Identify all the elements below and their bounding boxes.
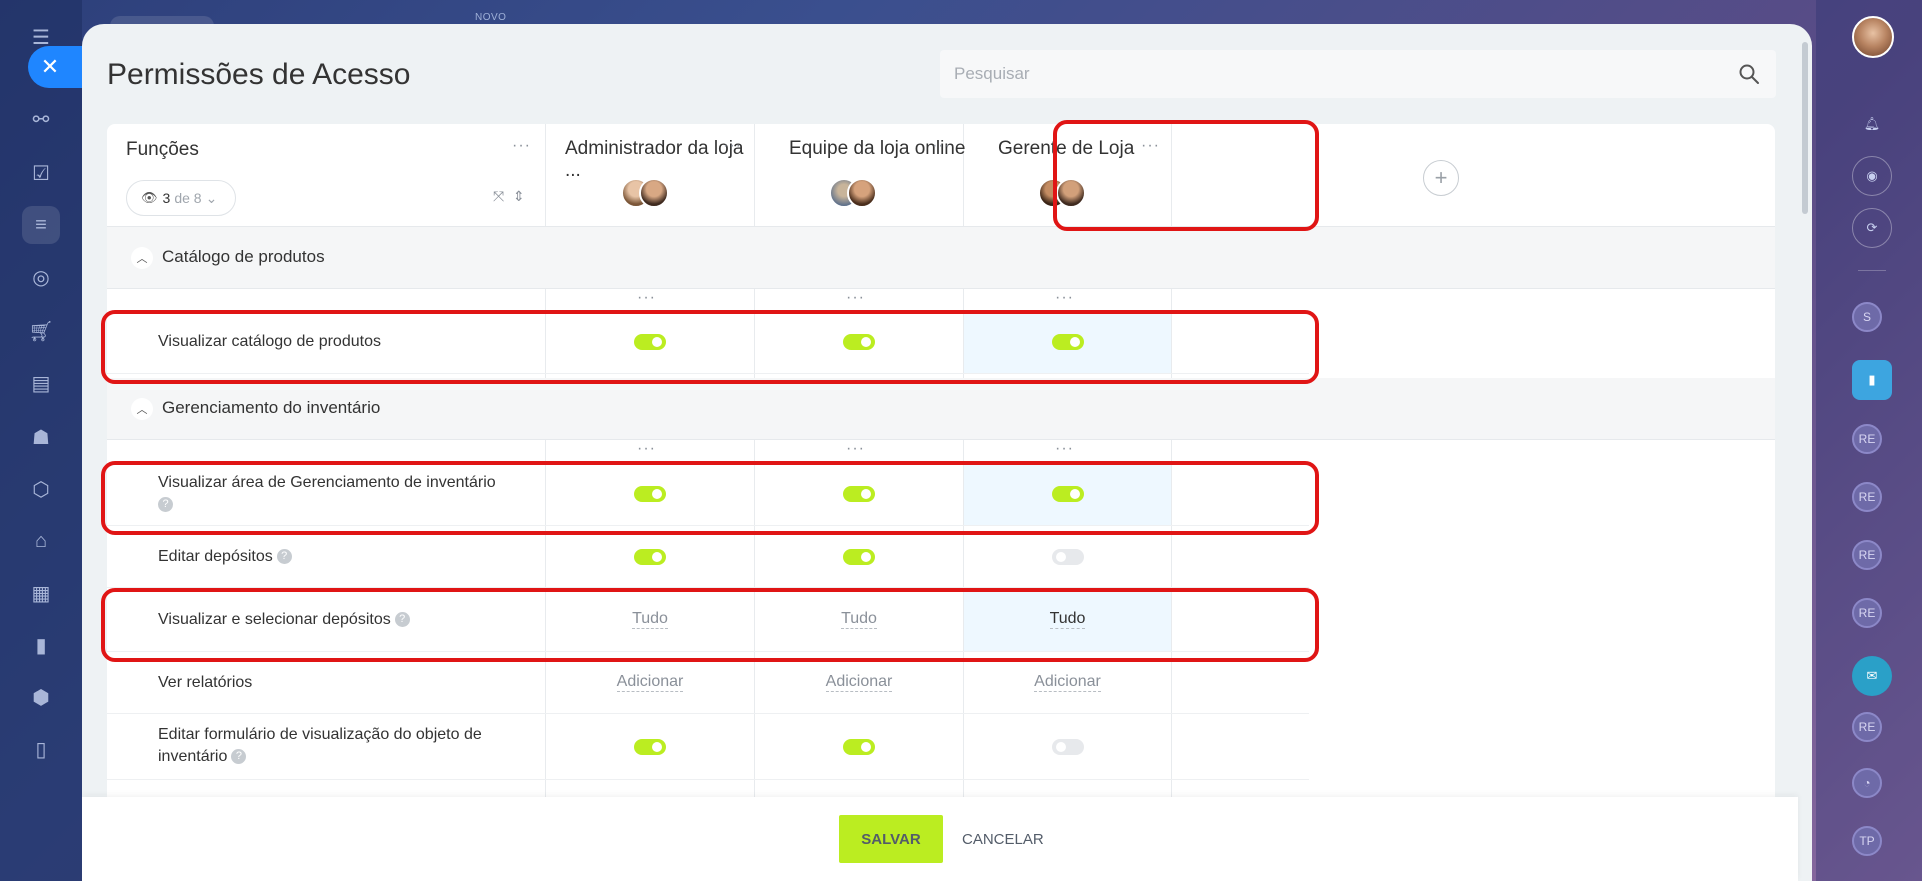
- cell-menu-icon[interactable]: ···: [637, 290, 656, 306]
- highlight-box-column: [1053, 120, 1319, 231]
- permission-toggle[interactable]: [634, 548, 666, 565]
- footer-bar: SALVAR CANCELAR: [82, 797, 1798, 881]
- support-icon[interactable]: ◔: [1852, 768, 1882, 798]
- shield-icon[interactable]: ⬢: [22, 678, 60, 716]
- help-icon[interactable]: ?: [276, 549, 292, 565]
- highlight-box-row: [101, 588, 1319, 662]
- permission-label: Editar depósitos?: [158, 546, 292, 568]
- bell-icon[interactable]: 🔔︎: [1852, 104, 1892, 144]
- permission-row: Editar formulário de visualização do obj…: [107, 714, 1309, 780]
- messenger-icon[interactable]: ✉: [1852, 656, 1892, 696]
- search-box: [940, 50, 1776, 98]
- sort-icon[interactable]: ⇕: [513, 188, 525, 205]
- column-header-admin: Administrador da loja ...: [565, 138, 744, 181]
- cell-menu-icon[interactable]: ···: [637, 441, 656, 457]
- permission-toggle[interactable]: [1051, 548, 1084, 565]
- add-access-link[interactable]: Adicionar: [1034, 673, 1101, 692]
- cell-menu-icon[interactable]: ···: [1055, 290, 1074, 306]
- permissions-panel: Permissões de Acesso Funções ··· 👁︎ 3 de…: [82, 24, 1812, 881]
- filter-icon[interactable]: ≡: [22, 206, 60, 244]
- permission-label: Ver relatórios: [158, 674, 253, 691]
- highlight-box-row: [101, 461, 1319, 535]
- sync-icon[interactable]: ⟳: [1852, 208, 1892, 248]
- table-header: Funções ··· 👁︎ 3 de 8 ⌄ ⤧ ⇕ Administrado…: [107, 124, 1775, 227]
- user-avatar[interactable]: [1852, 16, 1894, 58]
- target-icon[interactable]: ◎: [22, 258, 60, 296]
- chat-avatar-s[interactable]: S: [1852, 302, 1882, 332]
- highlight-box-row: [101, 310, 1319, 384]
- box-icon[interactable]: ⬡: [22, 470, 60, 508]
- network-icon[interactable]: ⚯: [22, 100, 60, 138]
- warehouse-icon[interactable]: ⌂: [22, 522, 60, 560]
- bar-chart-icon[interactable]: ▮: [22, 626, 60, 664]
- scrollbar[interactable]: [1802, 42, 1808, 214]
- section-title: Gerenciamento do inventário: [162, 398, 381, 417]
- robot-icon[interactable]: ☗: [22, 418, 60, 456]
- add-access-link[interactable]: Adicionar: [616, 673, 684, 692]
- filter-of-label: de 8: [174, 190, 202, 206]
- plus-icon: +: [1434, 165, 1448, 190]
- permission-label-text: Editar depósitos: [158, 548, 273, 565]
- column-avatars-admin[interactable]: [621, 178, 677, 212]
- cell-menu-icon[interactable]: ···: [846, 290, 865, 306]
- section-product-catalog[interactable]: ︿ Catálogo de produtos: [107, 227, 1775, 289]
- roles-menu-icon[interactable]: ···: [512, 138, 531, 154]
- chat-avatar-re-2[interactable]: RE: [1852, 482, 1882, 512]
- chevron-down-icon: ⌄: [205, 189, 218, 206]
- cell-menu-icon[interactable]: ···: [1055, 441, 1074, 457]
- page-title: Permissões de Acesso: [107, 58, 411, 91]
- chat-avatar-re-1[interactable]: RE: [1852, 424, 1882, 454]
- task-icon[interactable]: ☑: [22, 154, 60, 192]
- search-icon[interactable]: [1738, 63, 1760, 85]
- collapse-icon[interactable]: ⤧: [493, 188, 504, 205]
- permission-label: Editar formulário de visualização do obj…: [158, 724, 518, 768]
- close-icon: ✕: [40, 54, 60, 79]
- column-menu-icon[interactable]: ···: [723, 138, 742, 154]
- permission-toggle[interactable]: [1051, 738, 1084, 755]
- close-slider-button[interactable]: ✕: [28, 46, 82, 88]
- chat-avatar-re-4[interactable]: RE: [1852, 598, 1882, 628]
- roles-filter-pill[interactable]: 👁︎ 3 de 8 ⌄: [126, 180, 236, 216]
- document-icon[interactable]: ▯: [22, 730, 60, 768]
- section-inventory-management[interactable]: ︿ Gerenciamento do inventário: [107, 378, 1775, 440]
- novo-label: NOVO: [475, 12, 507, 23]
- cart-icon[interactable]: 🛒︎: [22, 312, 60, 350]
- permission-toggle[interactable]: [634, 738, 666, 755]
- filter-count: 3: [162, 190, 171, 206]
- chat-avatar-re-5[interactable]: RE: [1852, 712, 1882, 742]
- record-icon[interactable]: ◉: [1852, 156, 1892, 196]
- calendar-icon[interactable]: ▦: [22, 574, 60, 612]
- eye-icon: 👁︎: [141, 190, 158, 205]
- cell-menu-icon[interactable]: ···: [846, 441, 865, 457]
- left-navigation: ☰ ⚯ ☑ ≡ ◎ 🛒︎ ▤ ☗ ⬡ ⌂ ▦ ▮ ⬢ ▯: [0, 0, 82, 881]
- permission-toggle[interactable]: [843, 738, 875, 755]
- roles-label: Funções: [126, 139, 199, 160]
- avatar: [847, 178, 877, 208]
- section-title: Catálogo de produtos: [162, 247, 325, 266]
- column-menu-icon[interactable]: ···: [932, 138, 951, 154]
- chevron-up-icon[interactable]: ︿: [131, 247, 153, 269]
- save-button[interactable]: SALVAR: [839, 815, 943, 863]
- search-input[interactable]: [940, 50, 1776, 98]
- chat-avatar-tp[interactable]: TP: [1852, 826, 1882, 856]
- column-avatars-online-team[interactable]: [829, 178, 885, 212]
- add-role-button[interactable]: +: [1423, 160, 1459, 196]
- chevron-up-icon[interactable]: ︿: [131, 398, 153, 420]
- chat-avatar-re-3[interactable]: RE: [1852, 540, 1882, 570]
- permission-label-text: Editar formulário de visualização do obj…: [158, 726, 482, 765]
- right-sidebar: 🔔︎ ◉ ⟳ S ▮ RE RE RE RE ✉ RE ◔ TP: [1816, 0, 1922, 881]
- bookmark-icon[interactable]: ▮: [1852, 360, 1892, 400]
- permission-toggle[interactable]: [843, 548, 875, 565]
- avatar: [639, 178, 669, 208]
- add-access-link[interactable]: Adicionar: [825, 673, 893, 692]
- permission-row: Editar depósitos?: [107, 526, 1309, 588]
- cancel-button[interactable]: CANCELAR: [962, 815, 1044, 863]
- contact-card-icon[interactable]: ▤: [22, 364, 60, 402]
- help-icon[interactable]: ?: [231, 749, 247, 765]
